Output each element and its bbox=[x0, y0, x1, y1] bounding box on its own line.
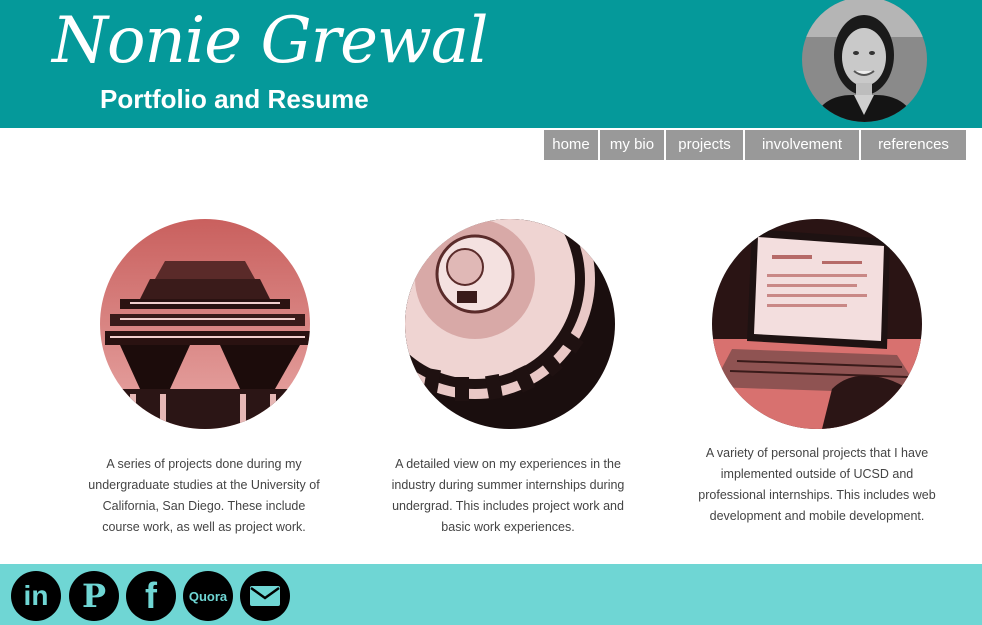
nav-projects[interactable]: projects bbox=[666, 130, 743, 160]
site-subtitle: Portfolio and Resume bbox=[100, 84, 369, 114]
quora-label: Quora bbox=[188, 588, 228, 604]
email-icon[interactable] bbox=[240, 571, 290, 621]
laptop-image[interactable] bbox=[712, 219, 922, 429]
nav-references[interactable]: references bbox=[861, 130, 966, 160]
library-building-image[interactable] bbox=[100, 219, 310, 429]
nav-my-bio[interactable]: my bio bbox=[600, 130, 664, 160]
pinterest-label: P bbox=[81, 577, 107, 615]
site-footer: in P f Quora bbox=[0, 564, 982, 625]
site-header: Nonie Grewal Portfolio and Resume bbox=[0, 0, 982, 128]
quora-icon[interactable]: Quora bbox=[183, 571, 233, 621]
avatar bbox=[802, 0, 927, 122]
site-title[interactable]: Nonie Grewal bbox=[52, 4, 488, 78]
facebook-label: f bbox=[145, 575, 157, 616]
section-description-personal: A variety of personal projects that I ha… bbox=[698, 446, 936, 523]
section-description-internships: A detailed view on my experiences in the… bbox=[391, 457, 625, 534]
pinterest-icon[interactable]: P bbox=[69, 571, 119, 621]
main-nav: home my bio projects involvement referen… bbox=[544, 130, 968, 160]
gear-image[interactable] bbox=[405, 219, 615, 429]
section-description-academic: A series of projects done during my unde… bbox=[88, 457, 320, 534]
envelope-icon bbox=[250, 586, 280, 606]
linkedin-icon[interactable]: in bbox=[11, 571, 61, 621]
nav-home[interactable]: home bbox=[544, 130, 598, 160]
linkedin-label: in bbox=[23, 580, 49, 611]
facebook-icon[interactable]: f bbox=[126, 571, 176, 621]
nav-involvement[interactable]: involvement bbox=[745, 130, 859, 160]
